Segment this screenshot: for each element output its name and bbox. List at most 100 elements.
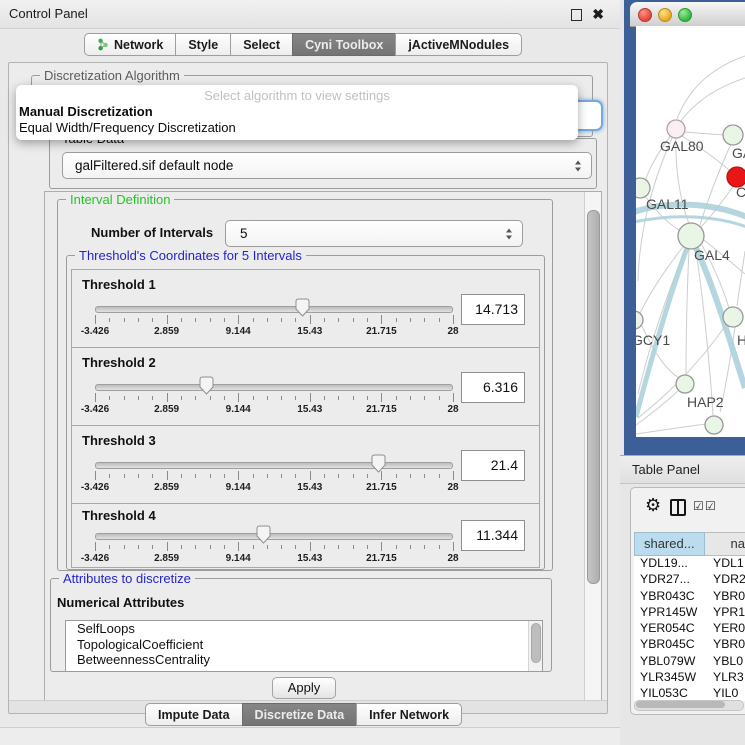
slider-track[interactable] <box>95 384 453 391</box>
threshold-slider[interactable]: -3.4262.8599.14415.4321.71528 <box>95 376 453 420</box>
tab-jactivemnodules[interactable]: jActiveMNodules <box>395 33 522 56</box>
tick-label: 9.144 <box>226 482 251 493</box>
checkbox-icon[interactable]: ☑ <box>693 499 704 513</box>
table-panel: ⚙ ☑ ☑ shared... na YDL19...YDL1YDR27...Y… <box>630 487 745 715</box>
threshold-slider[interactable]: -3.4262.8599.14415.4321.71528 <box>95 454 453 498</box>
tick-label: -3.426 <box>81 553 109 564</box>
node[interactable] <box>723 307 743 327</box>
tab-select[interactable]: Select <box>230 33 293 56</box>
tick-label: 15.43 <box>297 404 322 415</box>
table-row[interactable]: YBR043CYBR0 <box>634 589 745 605</box>
threshold-value-field[interactable]: 21.4 <box>461 450 525 481</box>
threshold-slider[interactable]: -3.4262.8599.14415.4321.71528 <box>95 298 453 342</box>
column-header-name[interactable]: na <box>705 532 745 556</box>
tick-label: 2.859 <box>154 482 179 493</box>
number-of-intervals-combo[interactable]: 5 <box>225 220 523 247</box>
scrollbar-thumb[interactable] <box>636 701 725 708</box>
interval-definition-group: Interval Definition Number of Intervals … <box>57 199 553 571</box>
cell-shared-name: YDL19... <box>634 556 707 572</box>
table-row[interactable]: YDL19...YDL1 <box>634 556 745 572</box>
tab-discretize-data[interactable]: Discretize Data <box>242 703 358 726</box>
slider-ticks <box>95 315 453 324</box>
table-row[interactable]: YBL079WYBL0 <box>634 654 745 670</box>
threshold-value-field[interactable]: 14.713 <box>461 294 525 325</box>
slider-track[interactable] <box>95 306 453 313</box>
tab-label: Style <box>188 38 218 52</box>
table-row[interactable]: YPR145WYPR1 <box>634 605 745 621</box>
node-gal4[interactable] <box>678 223 704 249</box>
float-icon[interactable] <box>571 9 582 21</box>
dropdown-option[interactable]: Manual Discretization <box>16 104 578 120</box>
network-icon <box>97 38 109 51</box>
tick-label: 21.715 <box>366 404 397 415</box>
dropdown-option[interactable]: Equal Width/Frequency Discretization <box>16 120 578 136</box>
list-item[interactable]: TopologicalCoefficient <box>66 637 542 653</box>
tick-label: 9.144 <box>226 326 251 337</box>
close-icon[interactable]: ✖ <box>592 5 604 23</box>
scrollbar-thumb[interactable] <box>531 623 541 663</box>
cell-name: YBR0 <box>707 637 745 653</box>
tick-label: 9.144 <box>226 553 251 564</box>
node-label: GAL80 <box>660 138 704 154</box>
tab-label: Select <box>243 38 280 52</box>
bottom-band <box>0 728 620 745</box>
list-item[interactable]: SelfLoops <box>66 621 542 637</box>
node-label: GAL11 <box>646 196 689 212</box>
table-row[interactable]: YLR345WYLR3 <box>634 670 745 686</box>
panel-scrollbar[interactable] <box>584 192 601 702</box>
list-item[interactable]: BetweennessCentrality <box>66 652 542 668</box>
numerical-attributes-list[interactable]: SelfLoopsTopologicalCoefficientBetweenne… <box>65 620 543 672</box>
checkbox-icon[interactable]: ☑ <box>705 499 716 513</box>
node-gal80[interactable] <box>667 120 685 138</box>
table-row[interactable]: YER054CYER0 <box>634 621 745 637</box>
node-hap2[interactable] <box>676 375 694 393</box>
node-label: C <box>736 184 745 200</box>
table-row[interactable]: YDR27...YDR2 <box>634 572 745 588</box>
columns-icon[interactable] <box>670 499 686 516</box>
cell-name: YLR3 <box>707 670 745 686</box>
tick-label: -3.426 <box>81 404 109 415</box>
tab-style[interactable]: Style <box>175 33 231 56</box>
tab-label: Network <box>114 38 163 52</box>
node[interactable] <box>705 416 723 434</box>
table-hscrollbar[interactable] <box>634 700 744 711</box>
tab-network[interactable]: Network <box>84 33 176 56</box>
cell-name: YER0 <box>707 621 745 637</box>
number-of-intervals-label: Number of Intervals <box>91 225 213 240</box>
table-row[interactable]: YIL053CYIL0 <box>634 686 745 701</box>
zoom-traffic-light[interactable] <box>678 8 692 22</box>
list-scrollbar[interactable] <box>528 621 542 671</box>
tab-infer-network[interactable]: Infer Network <box>356 703 462 726</box>
slider-track[interactable] <box>95 462 453 469</box>
slider-track[interactable] <box>95 533 453 540</box>
network-canvas[interactable]: GAL80 GA C GAL11 GAL4 GCY1 H HAP2 <box>636 26 745 437</box>
node-gal11[interactable] <box>636 178 650 198</box>
table-data-combo[interactable]: galFiltered.sif default node <box>62 152 592 179</box>
tick-label: 15.43 <box>297 553 322 564</box>
tick-label: 2.859 <box>154 553 179 564</box>
gear-icon[interactable]: ⚙ <box>645 495 661 515</box>
slider-tick-labels: -3.4262.8599.14415.4321.71528 <box>95 404 453 415</box>
minimize-traffic-light[interactable] <box>658 8 672 22</box>
apply-button[interactable]: Apply <box>272 677 336 699</box>
threshold-slider[interactable]: -3.4262.8599.14415.4321.71528 <box>95 525 453 569</box>
scrollbar-thumb[interactable] <box>587 210 600 584</box>
table-panel-title: Table Panel <box>632 456 700 483</box>
table-row[interactable]: YBR045CYBR0 <box>634 637 745 653</box>
close-traffic-light[interactable] <box>638 8 652 22</box>
table-data-group: Table Data galFiltered.sif default node <box>49 138 597 189</box>
column-header-shared[interactable]: shared... <box>634 532 705 556</box>
tick-label: 28 <box>447 404 458 415</box>
cell-shared-name: YER054C <box>634 621 707 637</box>
tab-cyni-toolbox[interactable]: Cyni Toolbox <box>292 33 396 56</box>
node-label: GA <box>732 145 745 161</box>
node[interactable] <box>723 125 743 145</box>
table-panel-header: Table Panel <box>620 455 745 484</box>
tick-label: 15.43 <box>297 482 322 493</box>
threshold-value-field[interactable]: 11.344 <box>461 520 525 551</box>
tab-impute-data[interactable]: Impute Data <box>145 703 243 726</box>
tick-label: 28 <box>447 326 458 337</box>
attr-items: SelfLoopsTopologicalCoefficientBetweenne… <box>66 621 542 668</box>
group-title: Discretization Algorithm <box>40 68 184 83</box>
threshold-value-field[interactable]: 6.316 <box>461 372 525 403</box>
